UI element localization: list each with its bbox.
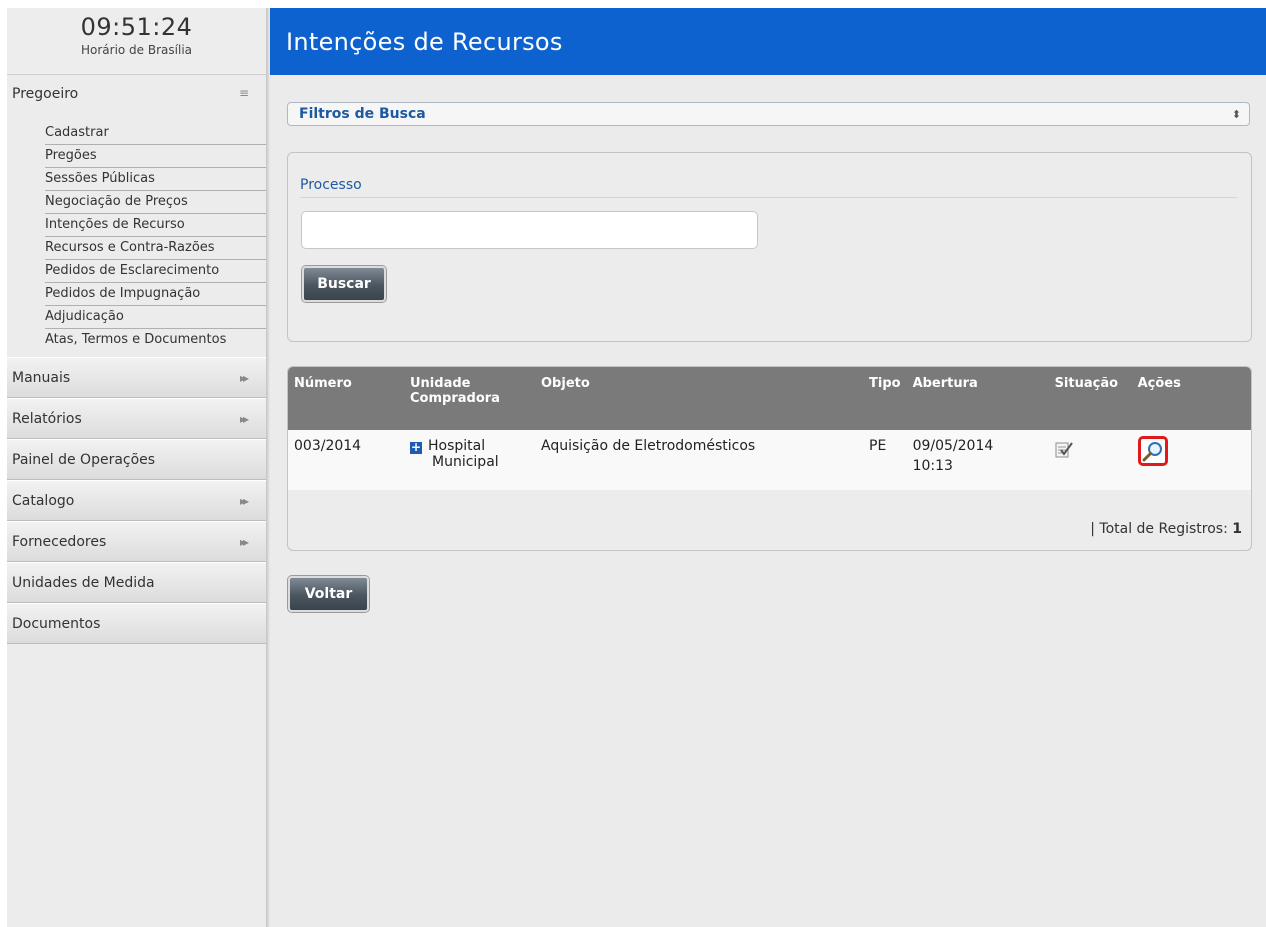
submenu-pedidos-esclarecimento[interactable]: Pedidos de Esclarecimento [45,259,266,283]
menu-manuais[interactable]: Manuais ▸▸ [7,357,266,398]
cell-numero: 003/2014 [294,438,362,454]
clock-timezone: Horário de Brasília [80,43,193,57]
magnifier-icon[interactable] [1137,436,1168,466]
submenu-cadastrar[interactable]: Cadastrar [45,121,266,145]
submenu-adjudicacao[interactable]: Adjudicação [45,305,266,329]
menu-fornecedores[interactable]: Fornecedores ▸▸ [7,521,266,562]
submenu-intencoes-recurso[interactable]: Intenções de Recurso [45,213,266,237]
submenu-negociacao-precos[interactable]: Negociação de Preços [45,190,266,214]
total-records-value: 1 [1232,521,1242,537]
menu-relatorios[interactable]: Relatórios ▸▸ [7,398,266,439]
cell-abertura-time: 10:13 [912,458,953,474]
submenu-sessoes-publicas[interactable]: Sessões Públicas [45,167,266,191]
cell-unidade: + Hospital Municipal [404,430,535,490]
submenu-atas-termos-documentos[interactable]: Atas, Termos e Documentos [45,328,266,351]
col-objeto: Objeto [541,376,590,391]
expand-right-icon: ▸▸ [239,370,249,385]
col-unidade-line1: Unidade [410,376,471,391]
cell-abertura: 09/05/2014 10:13 [907,430,1049,490]
col-numero: Número [294,376,352,391]
menu-pregoeiro[interactable]: Pregoeiro ≡ [7,75,266,122]
col-acoes: Ações [1137,376,1181,391]
page-header: Intenções de Recursos [270,8,1266,75]
filter-title: Filtros de Busca [299,106,426,122]
checklist-icon [1055,441,1073,459]
page-title: Intenções de Recursos [286,28,563,56]
processo-label: Processo [300,177,1237,198]
table-row: 003/2014 + Hospital Municipal Aquisição d… [288,430,1251,490]
results-table: Número Unidade Compradora Objeto Tipo Ab… [288,367,1251,490]
cell-situacao [1049,430,1132,490]
menu-painel-operacoes-label: Painel de Operações [12,451,156,468]
submenu-recursos-contra-razoes[interactable]: Recursos e Contra-Razões [45,236,266,260]
expand-right-icon: ▸▸ [239,411,249,426]
col-tipo: Tipo [869,376,901,391]
expand-right-icon: ▸▸ [239,493,249,508]
col-situacao: Situação [1054,376,1119,391]
total-records: | Total de Registros: 1 [1090,521,1242,537]
menu-relatorios-label: Relatórios [12,410,82,427]
filter-toggle-bar[interactable]: Filtros de Busca ⬍ [287,102,1250,126]
menu-documentos-label: Documentos [12,615,101,632]
cell-abertura-date: 09/05/2014 [912,438,994,454]
col-unidade: Unidade Compradora [404,367,535,430]
back-button[interactable]: Voltar [288,576,369,612]
submenu-pregoes[interactable]: Pregões [45,144,266,168]
menu-catalogo[interactable]: Catalogo ▸▸ [7,480,266,521]
menu-documentos[interactable]: Documentos [7,603,266,644]
menu-unidades-medida-label: Unidades de Medida [12,574,155,591]
expand-right-icon: ▸▸ [239,534,249,549]
cell-unidade-line2: Municipal [432,454,499,470]
clock: 09:51:24 Horário de Brasília [7,8,266,75]
table-header-row: Número Unidade Compradora Objeto Tipo Ab… [288,367,1251,430]
expand-down-icon: ≡ [238,86,249,100]
results-table-panel: Número Unidade Compradora Objeto Tipo Ab… [287,366,1252,551]
expand-plus-icon[interactable]: + [410,441,422,454]
menu-pregoeiro-label: Pregoeiro [12,86,79,102]
submenu-pedidos-impugnacao[interactable]: Pedidos de Impugnação [45,282,266,306]
collapse-toggle-icon[interactable]: ⬍ [1232,108,1241,121]
pregoeiro-submenu: Cadastrar Pregões Sessões Públicas Negoc… [7,121,266,357]
main-content: Filtros de Busca ⬍ Processo Buscar Númer… [270,75,1266,927]
cell-objeto: Aquisição de Eletrodomésticos [541,438,756,454]
cell-unidade-line1: Hospital [428,438,486,454]
clock-time: 09:51:24 [80,13,193,41]
filter-panel: Processo Buscar [287,152,1252,342]
cell-tipo: PE [869,438,887,454]
search-button[interactable]: Buscar [302,266,386,302]
menu-painel-operacoes[interactable]: Painel de Operações [7,439,266,480]
total-records-label: | Total de Registros: [1090,521,1228,537]
sidebar: 09:51:24 Horário de Brasília Pregoeiro ≡… [7,8,267,927]
menu-unidades-medida[interactable]: Unidades de Medida [7,562,266,603]
col-unidade-line2: Compradora [410,391,500,406]
menu-manuais-label: Manuais [12,369,71,386]
menu-fornecedores-label: Fornecedores [12,533,107,550]
cell-acoes [1132,430,1251,490]
menu-catalogo-label: Catalogo [12,492,75,509]
processo-input[interactable] [301,211,758,249]
col-abertura: Abertura [912,376,978,391]
